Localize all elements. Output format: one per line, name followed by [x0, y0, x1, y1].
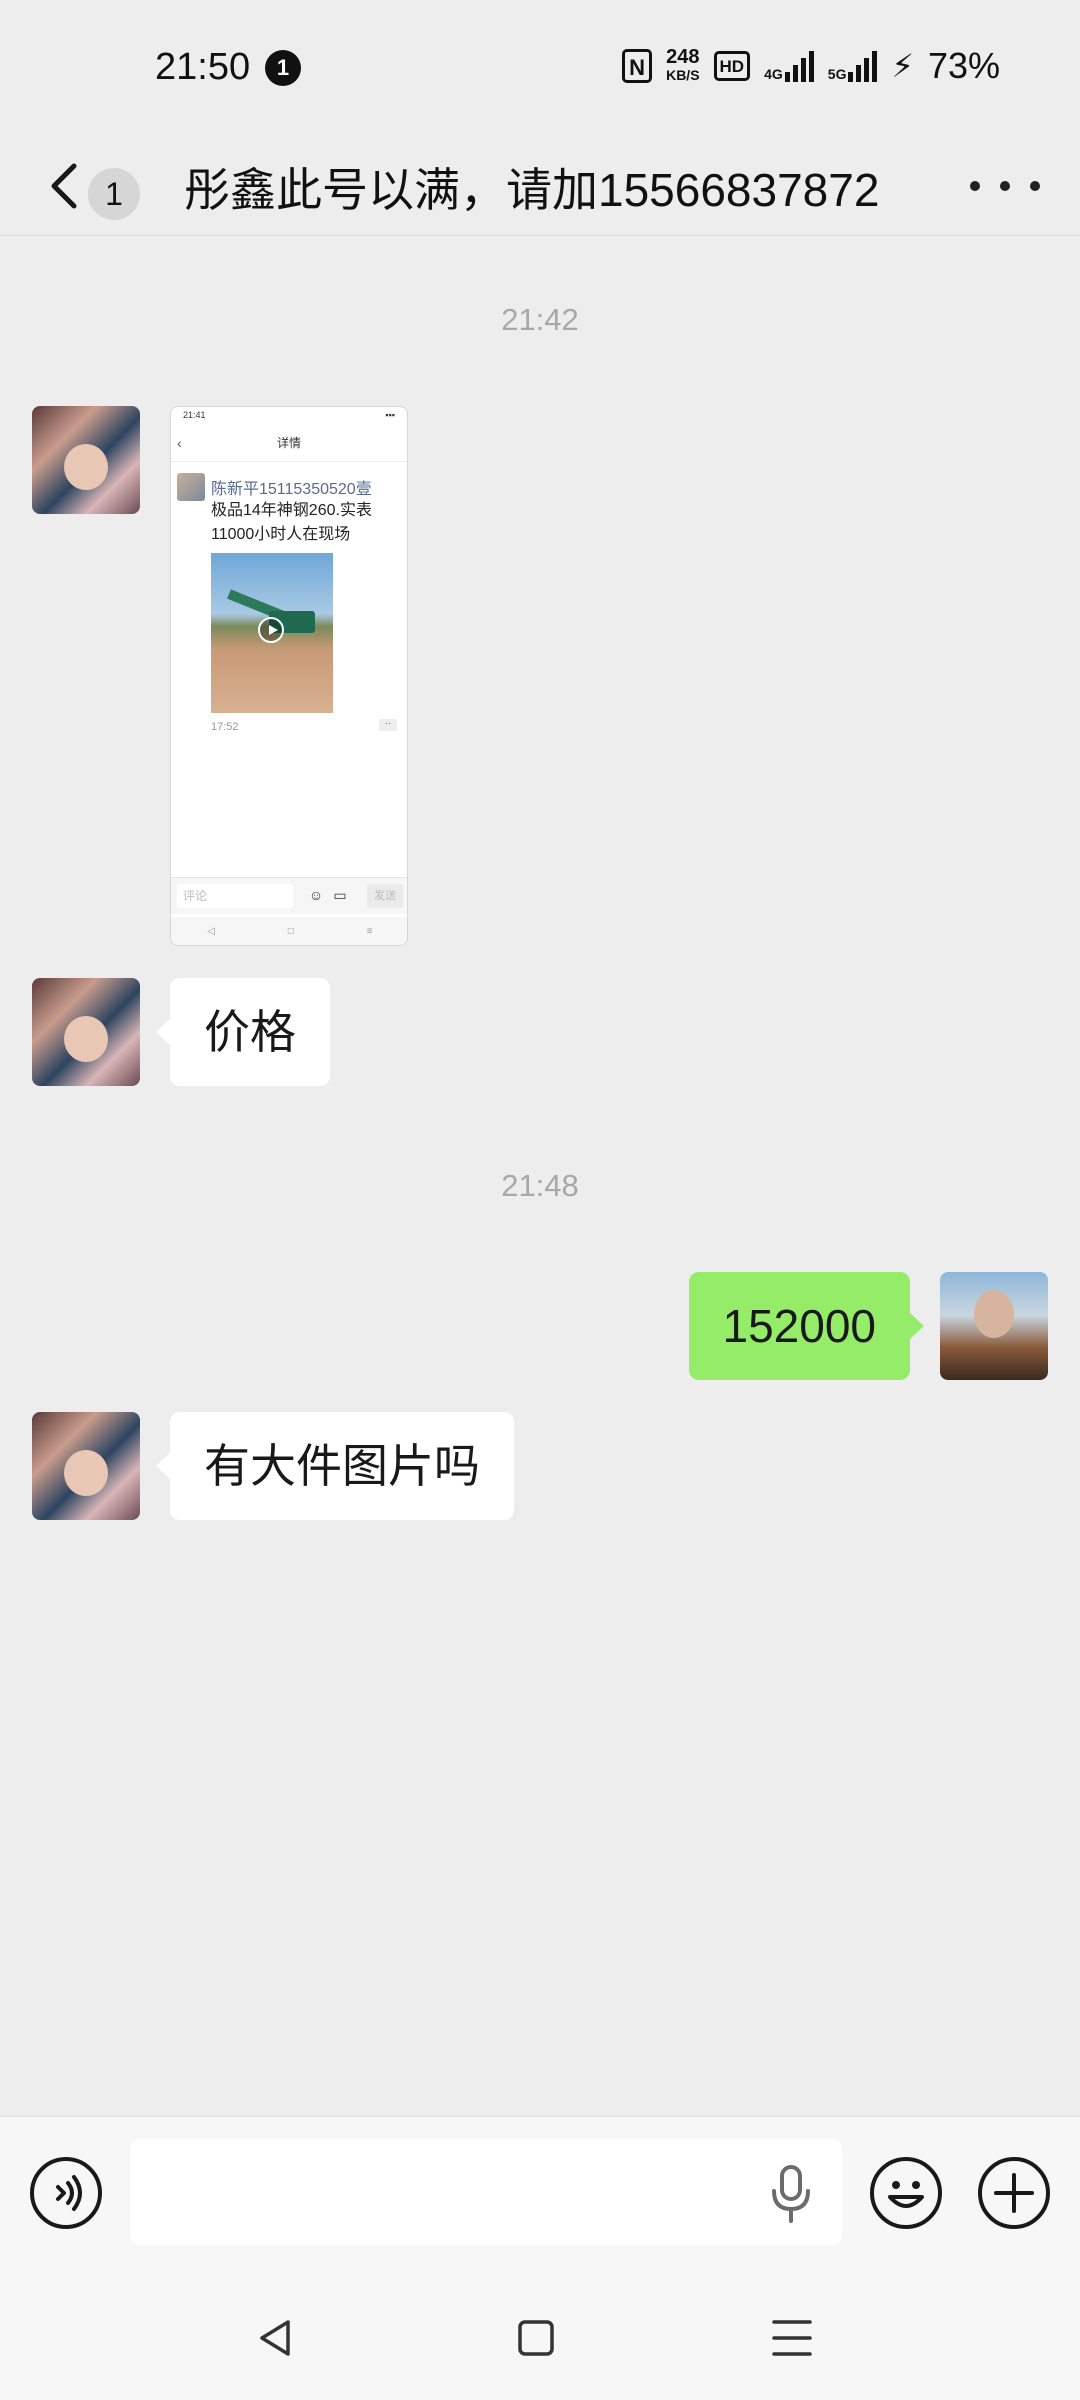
screenshot-title: 详情 [276, 436, 301, 450]
nav-home-icon[interactable] [512, 2314, 560, 2362]
plus-icon [994, 2173, 1034, 2213]
chat-header: 1 彤鑫此号以满，请加15566837872 [0, 136, 1080, 236]
screenshot-nav-home-icon: □ [287, 925, 294, 937]
screenshot-nav-menu-icon: ≡ [366, 925, 373, 937]
status-time: 21:50 [155, 46, 251, 88]
screenshot-status-bar: 21:41 ▪▪▪ [171, 407, 407, 425]
network-speed: 248 KB/S [666, 46, 700, 84]
contact-avatar[interactable] [32, 406, 140, 514]
unread-count-badge[interactable]: 1 [88, 168, 140, 220]
excavator-video-thumbnail [211, 553, 333, 713]
message-input[interactable] [130, 2139, 842, 2245]
contact-avatar[interactable] [32, 978, 140, 1086]
screenshot-send-button: 发送 [367, 884, 403, 908]
more-options-icon[interactable] [970, 166, 1040, 206]
play-icon [258, 617, 284, 643]
signal-4g-icon: 4G [764, 50, 814, 82]
signal-5g-icon: 5G [828, 50, 878, 82]
notification-badge: 1 [265, 50, 301, 86]
more-functions-button[interactable] [978, 2157, 1050, 2229]
screenshot-header: ‹ 详情 [171, 425, 407, 462]
voice-toggle-button[interactable] [30, 2157, 102, 2229]
contact-avatar[interactable] [32, 1412, 140, 1520]
network-type-4g: 4G [764, 66, 783, 82]
message-bubble-incoming[interactable]: 价格 [156, 978, 330, 1086]
charging-icon: ⚡ [891, 48, 914, 84]
message-bubble-incoming[interactable]: 有大件图片吗 [156, 1412, 514, 1520]
timestamp: 21:48 [501, 1168, 579, 1203]
screenshot-nav-bar: ◁ □ ≡ [171, 917, 407, 945]
system-nav-bar [0, 2276, 1080, 2400]
image-message[interactable]: 21:41 ▪▪▪ ‹ 详情 陈新平15115350520壹 极品14年神钢26… [170, 406, 408, 946]
signal-bars-icon [848, 50, 878, 82]
back-arrow-icon[interactable] [40, 152, 90, 218]
nav-back-icon[interactable] [252, 2314, 300, 2362]
screenshot-nav-back-icon: ◁ [207, 925, 216, 937]
battery-percent: 73% [927, 45, 1000, 86]
screenshot-poster-avatar [177, 473, 205, 501]
screenshot-status-time: 21:41 [183, 410, 206, 420]
hd-voice-icon: HD [713, 51, 751, 81]
emoji-button[interactable] [870, 2157, 942, 2229]
nav-menu-icon[interactable] [768, 2314, 816, 2362]
network-type-5g: 5G [827, 66, 847, 82]
microphone-icon[interactable] [770, 2163, 812, 2223]
screenshot-poster-name: 陈新平15115350520壹 [211, 481, 372, 498]
screenshot-comment-bar: 评论 ☺ ▭ 发送 [171, 877, 407, 914]
screenshot-post-text: 极品14年神钢260.实表11000小时人在现场 [211, 502, 372, 543]
network-speed-unit: KB/S [666, 67, 700, 83]
chat-title: 彤鑫此号以满，请加15566837872 [184, 164, 880, 216]
timestamp: 21:42 [501, 302, 579, 337]
chat-input-bar [0, 2116, 1080, 2276]
nfc-icon: N [622, 49, 653, 83]
my-avatar[interactable] [940, 1272, 1048, 1380]
smiley-icon [888, 2181, 924, 2208]
network-speed-value: 248 [666, 46, 700, 68]
screenshot-back-icon: ‹ [177, 435, 182, 451]
signal-bars-icon [784, 50, 814, 82]
screenshot-post-time: 17:52 [211, 721, 239, 733]
screenshot-emoji-icon: ☺ [308, 887, 324, 903]
screenshot-image-icon: ▭ [333, 887, 347, 903]
status-icons: N 248 KB/S HD 4G 5G ⚡ 73% [622, 44, 1000, 88]
message-bubble-outgoing[interactable]: 152000 [688, 1272, 924, 1380]
screenshot-more-icon: ·· [379, 719, 397, 731]
screenshot-status-icons: ▪▪▪ [385, 410, 395, 420]
voice-wave-icon [56, 2175, 82, 2211]
screenshot-comment-field: 评论 [177, 884, 293, 908]
status-bar: 21:50 1 N 248 KB/S HD 4G 5G ⚡ 73% [0, 0, 1080, 136]
